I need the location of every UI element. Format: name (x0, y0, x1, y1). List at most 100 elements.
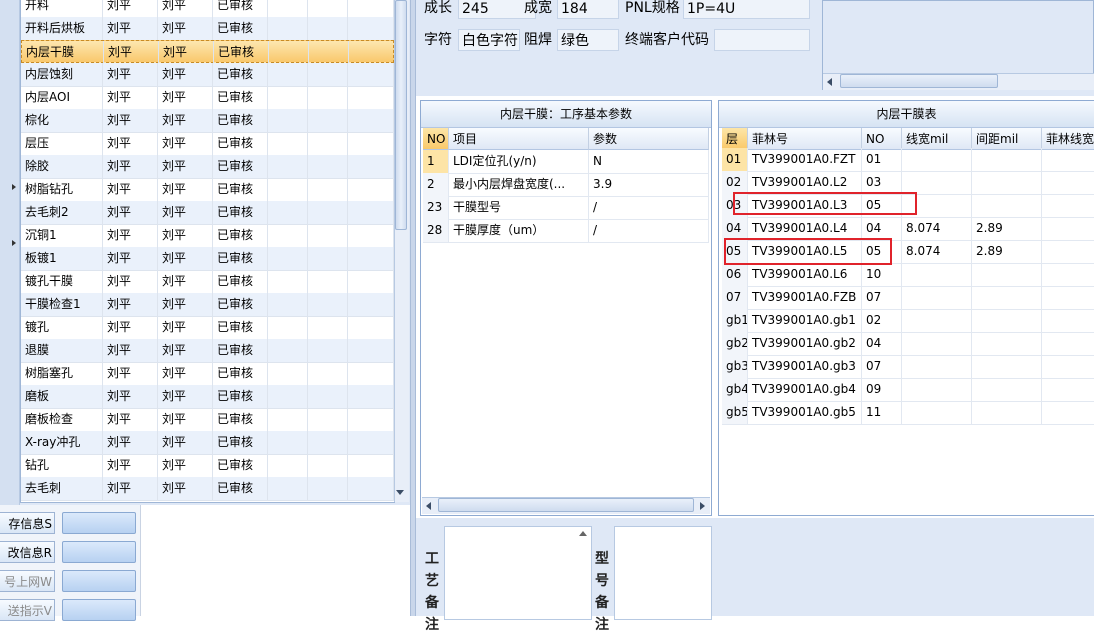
process-cell-c2[interactable]: 刘平 (158, 201, 213, 224)
process-row[interactable]: 除胶 刘平 刘平 已审核 (21, 155, 394, 179)
film-cell-spacing[interactable] (972, 378, 1042, 401)
process-cell-status[interactable]: 已审核 (213, 339, 268, 362)
film-row[interactable]: 07 TV399001A0.FZB 07 (722, 286, 1094, 310)
process-cell-status[interactable]: 已审核 (213, 316, 268, 339)
process-cell-c2[interactable]: 刘平 (158, 385, 213, 408)
save-info-button[interactable]: 存信息S (0, 512, 55, 534)
film-cell-spacing[interactable] (972, 355, 1042, 378)
film-cell-line_width[interactable] (902, 401, 972, 424)
process-cell-empty[interactable] (268, 293, 308, 316)
process-cell-empty[interactable] (268, 0, 308, 17)
process-cell-empty[interactable] (348, 270, 394, 293)
film-row[interactable]: 06 TV399001A0.L6 10 (722, 263, 1094, 287)
process-cell-status[interactable]: 已审核 (213, 17, 268, 40)
scroll-left-arrow-icon[interactable] (426, 502, 431, 510)
film-cell-layer[interactable]: gb3 (722, 355, 748, 378)
process-cell-c1[interactable]: 刘平 (103, 385, 158, 408)
process-cell-c2[interactable]: 刘平 (158, 155, 213, 178)
film-cell-film[interactable]: TV399001A0.gb2 (748, 332, 862, 355)
process-cell-c1[interactable]: 刘平 (103, 431, 158, 454)
film-cell-line_width[interactable] (902, 263, 972, 286)
scroll-right-arrow-icon[interactable] (700, 502, 705, 510)
process-cell-empty[interactable] (268, 339, 308, 362)
film-cell-empty[interactable] (1042, 378, 1094, 401)
params-header-no[interactable]: NO (423, 128, 449, 150)
process-cell-name[interactable]: 内层干膜 (22, 41, 104, 64)
process-cell-c2[interactable]: 刘平 (158, 86, 213, 109)
film-cell-film[interactable]: TV399001A0.L6 (748, 263, 862, 286)
process-cell-c2[interactable]: 刘平 (158, 132, 213, 155)
process-cell-empty[interactable] (268, 316, 308, 339)
film-cell-line_width[interactable] (902, 378, 972, 401)
process-cell-status[interactable]: 已审核 (213, 247, 268, 270)
process-cell-empty[interactable] (308, 247, 348, 270)
process-cell-name[interactable]: 磨板 (21, 385, 103, 408)
film-row[interactable]: gb1 TV399001A0.gb1 02 (722, 309, 1094, 333)
film-cell-layer[interactable]: 04 (722, 217, 748, 240)
process-cell-c1[interactable]: 刘平 (103, 316, 158, 339)
film-cell-line_width[interactable] (902, 148, 972, 171)
process-cell-c2[interactable]: 刘平 (158, 293, 213, 316)
process-cell-status[interactable]: 已审核 (213, 0, 268, 17)
process-cell-name[interactable]: 干膜检查1 (21, 293, 103, 316)
process-cell-c1[interactable]: 刘平 (104, 41, 159, 64)
film-cell-line_width[interactable] (902, 309, 972, 332)
film-cell-spacing[interactable] (972, 332, 1042, 355)
process-cell-c2[interactable]: 刘平 (158, 408, 213, 431)
film-header-line-width[interactable]: 线宽mil (902, 128, 972, 150)
process-cell-empty[interactable] (268, 132, 308, 155)
film-cell-layer[interactable]: gb2 (722, 332, 748, 355)
process-cell-empty[interactable] (268, 247, 308, 270)
process-cell-status[interactable]: 已审核 (213, 201, 268, 224)
film-row[interactable]: 01 TV399001A0.FZT 01 (722, 148, 1094, 172)
process-cell-c2[interactable]: 刘平 (159, 41, 214, 64)
process-grid[interactable]: 开料 刘平 刘平 已审核 开料后烘板 刘平 刘平 已审核 内层干膜 刘平 刘平 已审核 内层蚀刻 刘平 刘平… (20, 0, 395, 503)
film-cell-film[interactable]: TV399001A0.gb4 (748, 378, 862, 401)
process-cell-name[interactable]: 开料后烘板 (21, 17, 103, 40)
process-cell-empty[interactable] (348, 178, 394, 201)
film-row[interactable]: gb2 TV399001A0.gb2 04 (722, 332, 1094, 356)
process-cell-c1[interactable]: 刘平 (103, 247, 158, 270)
process-row[interactable]: 内层干膜 刘平 刘平 已审核 (21, 40, 394, 64)
film-row[interactable]: gb3 TV399001A0.gb3 07 (722, 355, 1094, 379)
film-cell-film[interactable]: TV399001A0.FZB (748, 286, 862, 309)
process-cell-empty[interactable] (308, 385, 348, 408)
film-cell-no[interactable]: 10 (862, 263, 902, 286)
film-cell-film[interactable]: TV399001A0.FZT (748, 148, 862, 171)
process-cell-empty[interactable] (308, 339, 348, 362)
film-cell-spacing[interactable] (972, 401, 1042, 424)
film-cell-spacing[interactable]: 2.89 (972, 217, 1042, 240)
film-cell-empty[interactable] (1042, 148, 1094, 171)
process-cell-status[interactable]: 已审核 (213, 86, 268, 109)
process-row[interactable]: 树脂钻孔 刘平 刘平 已审核 (21, 178, 394, 202)
process-cell-empty[interactable] (348, 201, 394, 224)
film-cell-empty[interactable] (1042, 217, 1094, 240)
film-cell-spacing[interactable] (972, 148, 1042, 171)
process-cell-empty[interactable] (268, 477, 308, 500)
film-cell-no[interactable]: 03 (862, 171, 902, 194)
process-cell-empty[interactable] (268, 270, 308, 293)
film-cell-empty[interactable] (1042, 401, 1094, 424)
process-cell-empty[interactable] (308, 293, 348, 316)
process-cell-empty[interactable] (309, 41, 349, 64)
process-cell-c1[interactable]: 刘平 (103, 178, 158, 201)
process-cell-empty[interactable] (268, 454, 308, 477)
process-cell-empty[interactable] (308, 477, 348, 500)
process-row[interactable]: 干膜检查1 刘平 刘平 已审核 (21, 293, 394, 317)
process-cell-c1[interactable]: 刘平 (103, 17, 158, 40)
process-cell-name[interactable]: 内层AOI (21, 86, 103, 109)
process-row[interactable]: 板镀1 刘平 刘平 已审核 (21, 247, 394, 271)
process-cell-empty[interactable] (268, 362, 308, 385)
process-row[interactable]: 树脂塞孔 刘平 刘平 已审核 (21, 362, 394, 386)
process-cell-empty[interactable] (348, 408, 394, 431)
process-cell-empty[interactable] (348, 247, 394, 270)
process-cell-empty[interactable] (308, 178, 348, 201)
process-cell-empty[interactable] (308, 408, 348, 431)
film-cell-no[interactable]: 04 (862, 332, 902, 355)
process-cell-empty[interactable] (349, 41, 394, 64)
process-cell-status[interactable]: 已审核 (213, 109, 268, 132)
process-cell-empty[interactable] (348, 224, 394, 247)
process-cell-name[interactable]: 去毛刺 (21, 477, 103, 500)
process-cell-empty[interactable] (308, 270, 348, 293)
process-cell-c2[interactable]: 刘平 (158, 316, 213, 339)
